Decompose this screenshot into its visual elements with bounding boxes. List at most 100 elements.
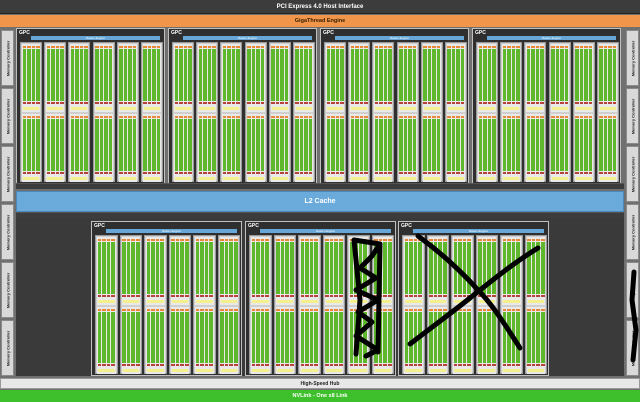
cuda-cores: [70, 49, 75, 101]
sm-scheduler: [212, 46, 216, 48]
tensor-core: [383, 364, 387, 366]
sm-scheduler: [383, 239, 387, 241]
sm-block: [170, 237, 189, 305]
sm-scheduler: [204, 239, 209, 241]
sm-scheduler: [84, 46, 88, 48]
tensor-core: [404, 294, 409, 297]
tensor-core: [308, 102, 313, 104]
cuda-cores: [260, 49, 265, 101]
sm-scheduler: [358, 308, 363, 311]
tensor-core: [70, 172, 75, 174]
cuda-cores: [555, 119, 560, 171]
tensor-core: [222, 102, 227, 104]
tensor-core: [560, 172, 564, 174]
tensor-core: [79, 102, 84, 104]
tensor-core: [453, 294, 458, 297]
tpc: [298, 235, 321, 374]
cuda-cores: [203, 49, 207, 101]
sm-scheduler: [108, 116, 113, 118]
tensor-core: [55, 172, 60, 174]
sm-scheduler: [413, 308, 418, 311]
tensor-core: [335, 172, 340, 174]
sm-scheduler: [355, 46, 359, 48]
sm-scheduler: [285, 239, 289, 241]
tensor-core: [551, 102, 555, 104]
rt-core: [119, 107, 136, 110]
tensor-core: [403, 102, 408, 104]
tensor-core: [209, 294, 213, 297]
gpc-5: GPC Raster Engine: [245, 221, 396, 376]
sm-scheduler: [265, 308, 269, 311]
tpc: [420, 42, 443, 182]
tensor-core: [203, 172, 207, 174]
sm-block: [550, 114, 569, 182]
sm-scheduler: [478, 46, 483, 48]
tensor-core: [31, 172, 36, 174]
rt-core: [171, 369, 188, 372]
rt-core: [503, 299, 520, 303]
cuda-cores: [349, 311, 354, 363]
sm-scheduler: [350, 116, 355, 118]
rt-core: [23, 177, 40, 180]
tensor-core: [354, 364, 358, 366]
cuda-cores: [276, 242, 280, 294]
sm-scheduler: [447, 46, 451, 48]
sm-scheduler: [409, 308, 413, 311]
rt-core: [47, 107, 64, 110]
tpc: [244, 42, 267, 182]
tpc: [273, 235, 296, 374]
sm-scheduler: [284, 116, 289, 118]
sm-block: [246, 114, 265, 182]
memory-controller-label: Memory Controller: [630, 156, 635, 192]
cuda-cores: [329, 242, 334, 294]
tensor-core: [256, 172, 260, 174]
tensor-core: [51, 172, 55, 174]
tpc: [476, 42, 499, 182]
tensor-core: [104, 102, 108, 104]
cuda-cores: [95, 49, 99, 101]
tensor-core: [229, 294, 233, 297]
sm-block: [374, 44, 393, 112]
rt-core: [503, 369, 520, 372]
tensor-core: [200, 364, 204, 366]
rt-core: [374, 299, 391, 303]
cuda-cores: [102, 311, 106, 363]
cuda-cores: [379, 119, 383, 171]
cuda-cores: [326, 49, 331, 101]
cuda-cores: [378, 311, 383, 363]
sm-scheduler: [146, 308, 151, 311]
rt-core: [374, 369, 391, 372]
tensor-core: [516, 102, 520, 104]
cuda-cores: [331, 119, 335, 171]
sm-scheduler: [526, 116, 531, 118]
tensor-core: [128, 102, 132, 104]
sm-scheduler: [180, 308, 184, 311]
rt-core: [503, 177, 520, 180]
cuda-cores: [492, 49, 496, 101]
tensor-core: [516, 172, 520, 174]
tensor-core: [442, 364, 447, 366]
tensor-core: [207, 172, 212, 174]
cuda-cores: [467, 311, 471, 363]
sm-scheduler: [374, 116, 379, 118]
tensor-core: [579, 172, 584, 174]
sm-scheduler: [156, 116, 161, 118]
sm-scheduler: [151, 308, 155, 311]
sm-scheduler: [453, 308, 458, 311]
sm-scheduler: [334, 239, 338, 241]
tensor-core: [418, 364, 422, 366]
sm-scheduler: [236, 116, 240, 118]
rt-core: [271, 177, 288, 180]
sm-scheduler: [280, 239, 285, 241]
tensor-core: [147, 172, 152, 174]
sm-block: [453, 237, 472, 305]
rt-core: [252, 369, 269, 372]
sm-scheduler: [432, 116, 436, 118]
sm-scheduler: [314, 239, 318, 241]
cuda-cores: [487, 49, 492, 101]
tensor-core: [280, 102, 284, 104]
sm-scheduler: [331, 46, 335, 48]
sm-scheduler: [338, 308, 343, 311]
tpc: [500, 42, 523, 182]
tensor-core: [358, 294, 363, 297]
